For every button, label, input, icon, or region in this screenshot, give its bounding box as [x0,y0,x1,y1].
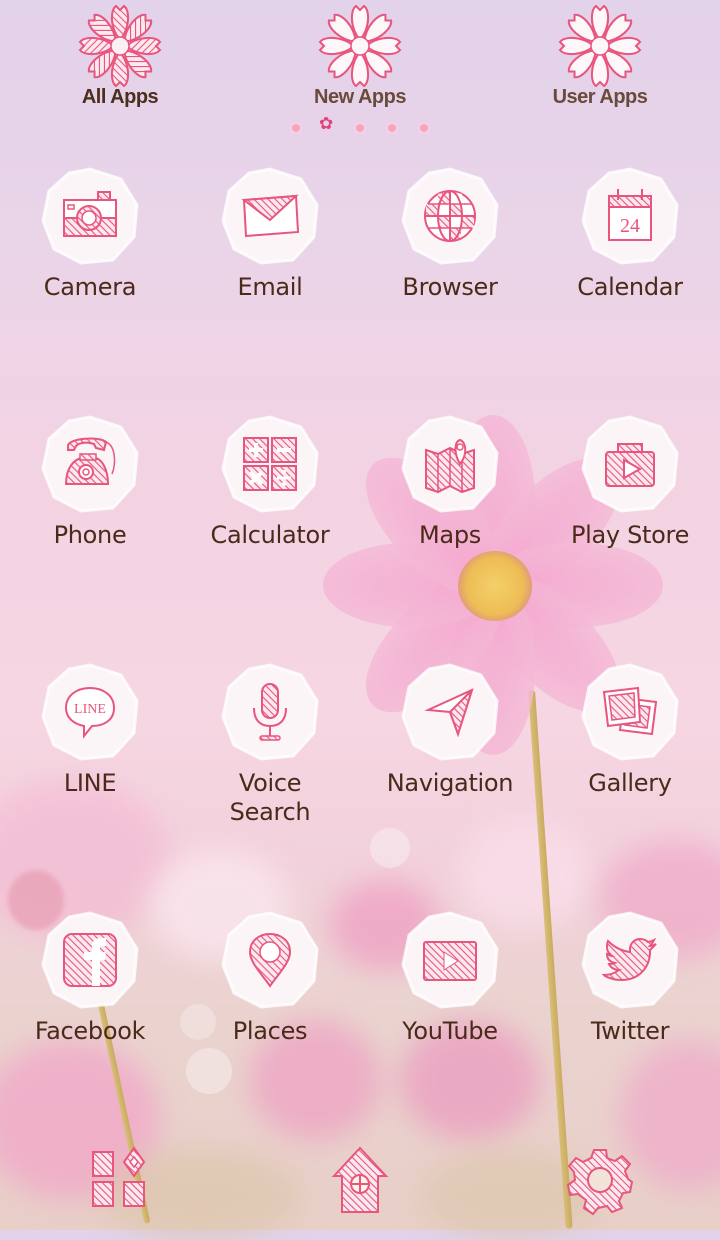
gear-icon [566,1149,634,1216]
tab-all-apps[interactable]: All Apps [50,2,190,109]
globe-icon [424,190,476,242]
app-calculator[interactable]: Calculator [180,415,360,550]
page-dot-3[interactable] [356,124,364,132]
app-browser[interactable]: Browser [360,167,540,302]
app-label: Twitter [590,1017,670,1045]
app-phone[interactable]: Phone [0,415,180,550]
camera-icon [63,191,117,237]
facebook-icon [63,933,117,987]
app-label: Gallery [588,769,672,797]
photos-icon [602,686,658,736]
app-youtube[interactable]: YouTube [360,911,540,1046]
tab-new-apps[interactable]: New Apps [290,2,430,109]
page-dot-2-current[interactable]: ✿ [319,116,333,133]
app-voice-search[interactable]: Voice Search [180,663,360,827]
sakura-outline-icon [559,5,641,87]
apps-grid-icon [92,1146,146,1207]
page-indicator: ✿ [290,116,440,136]
app-facebook[interactable]: Facebook [0,911,180,1046]
sakura-filled-icon [79,4,161,87]
tab-label: All Apps [81,86,159,108]
play-store-icon [605,443,655,487]
sakura-outline-icon [319,4,401,87]
tab-user-apps[interactable]: User Apps [530,2,670,109]
svg-text:LINE: LINE [74,702,106,717]
app-email[interactable]: Email [180,167,360,302]
page-dot-1[interactable] [292,124,300,132]
app-gallery[interactable]: Gallery [540,663,720,798]
app-label: Places [232,1017,308,1045]
app-label: Facebook [34,1017,146,1045]
app-label: Browser [402,273,498,301]
app-label: Navigation [386,769,514,797]
app-label: Camera [43,273,137,301]
home-button[interactable] [320,1140,400,1220]
envelope-icon [241,194,300,238]
app-calendar[interactable]: 24 Calendar [540,167,720,302]
app-label: Voice Search [229,769,311,826]
home-icon [331,1146,389,1213]
tab-label: User Apps [552,86,648,108]
app-label: Calendar [577,273,683,301]
twitter-bird-icon [601,937,657,982]
app-play-store[interactable]: Play Store [540,415,720,550]
app-label: LINE [63,769,117,797]
page-dot-5[interactable] [420,124,428,132]
app-label: Calculator [210,521,330,549]
telephone-icon [64,437,116,485]
map-icon [425,438,475,494]
app-navigation[interactable]: Navigation [360,663,540,798]
microphone-icon [253,683,287,741]
app-label: Play Store [570,521,690,549]
app-places[interactable]: Places [180,911,360,1046]
app-maps[interactable]: Maps [360,415,540,550]
app-label: Email [237,273,303,301]
page-dot-4[interactable] [388,124,396,132]
app-label: Maps [419,521,481,549]
tab-label: New Apps [314,86,406,108]
settings-button[interactable] [560,1140,640,1220]
app-drawer-tabs: All Apps New Apps User Apps ✿ [0,0,720,140]
calculator-icon [243,437,297,491]
svg-text:24: 24 [620,215,640,237]
app-twitter[interactable]: Twitter [540,911,720,1046]
app-camera[interactable]: Camera [0,167,180,302]
calendar-icon: 24 [608,189,652,241]
navigation-arrow-icon [424,688,474,738]
map-pin-icon [248,932,292,988]
line-chat-icon: LINE [64,686,116,739]
apps-grid-button[interactable] [80,1140,160,1220]
app-label: Phone [53,521,127,549]
youtube-icon [423,941,477,981]
app-label: YouTube [402,1017,498,1045]
app-line[interactable]: LINE LINE [0,663,180,798]
